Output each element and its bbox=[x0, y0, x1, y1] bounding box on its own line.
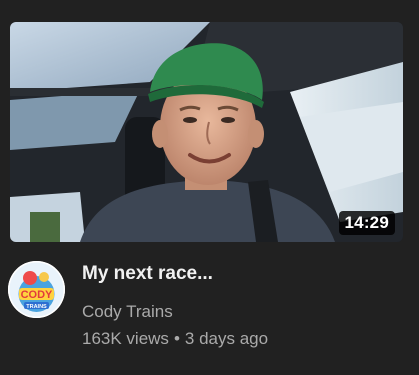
avatar-logo-subtext: TRAINS bbox=[26, 304, 47, 310]
view-count: 163K views bbox=[82, 329, 169, 348]
meta-separator: • bbox=[173, 329, 180, 348]
upload-age: 3 days ago bbox=[184, 329, 269, 348]
video-card[interactable]: 14:29 CODY TRAINS My next race... Cody T… bbox=[0, 0, 419, 375]
video-meta: 163K views • 3 days ago bbox=[82, 328, 268, 350]
video-title[interactable]: My next race... bbox=[82, 262, 213, 286]
video-thumbnail[interactable]: 14:29 bbox=[10, 22, 403, 242]
avatar-logo-text: CODY bbox=[21, 289, 53, 301]
channel-logo: CODY TRAINS bbox=[8, 261, 65, 318]
thumbnail-image bbox=[10, 22, 403, 242]
channel-avatar[interactable]: CODY TRAINS bbox=[8, 261, 65, 318]
channel-name[interactable]: Cody Trains bbox=[82, 301, 173, 323]
duration-badge: 14:29 bbox=[338, 211, 395, 235]
